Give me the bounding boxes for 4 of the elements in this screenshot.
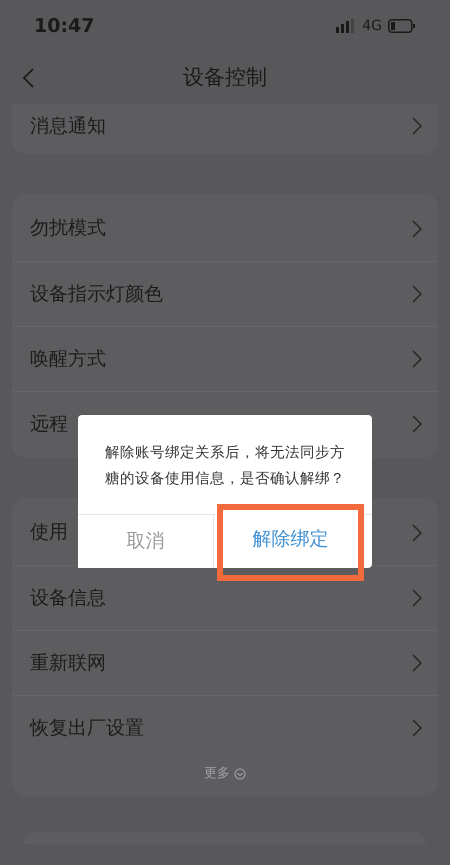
status-time: 10:47 (34, 14, 94, 39)
network-label: 4G (362, 16, 382, 36)
page-title: 设备控制 (183, 64, 267, 92)
dialog-message: 解除账号绑定关系后，将无法同步方糖的设备使用信息，是否确认解绑？ (104, 444, 346, 489)
